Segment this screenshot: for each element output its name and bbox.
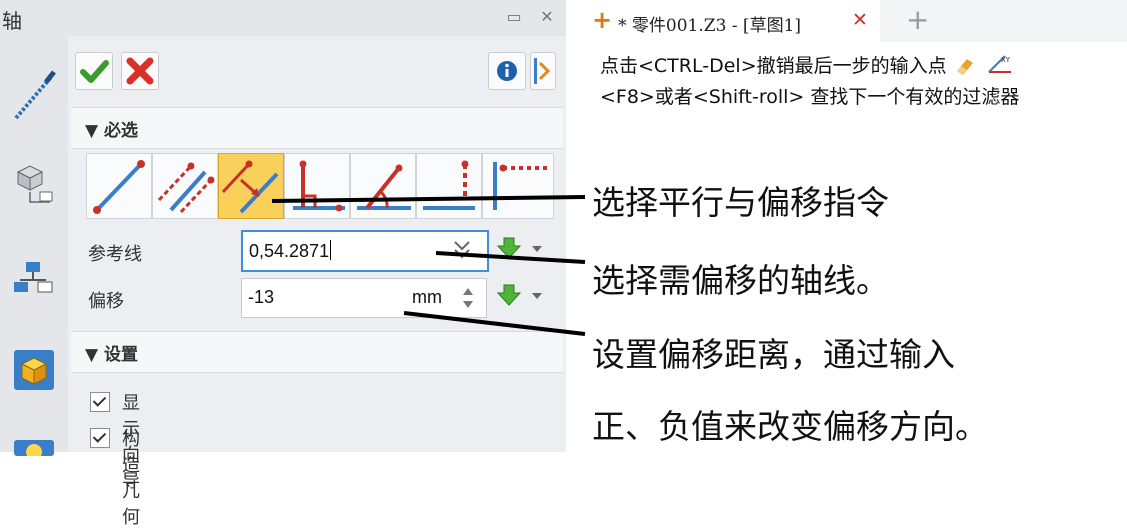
left-toolbar-strip [0,36,68,456]
hint-line-1-text: 点击<CTRL-Del>撤销最后一步的输入点 [600,55,947,77]
xy-axis-icon: XY [988,55,1011,73]
perpendicular-axis-button[interactable] [284,153,350,219]
point-axis-icon [423,160,475,210]
tab-plus-icon: + [592,6,613,34]
panel-title: 轴 [2,9,22,33]
expand-panel-button[interactable] [530,52,556,90]
annotation-set-offset: 设置偏移距离，通过输入 [592,335,955,374]
offset-value: -13 [248,287,275,307]
angle-axis-icon [357,164,411,210]
extra-panel-icon[interactable] [12,436,56,456]
reference-line-value: 0,54.2871 [249,241,330,261]
point-direction-axis-icon [493,162,547,210]
clear-selection-icon[interactable] [452,238,472,260]
info-icon [497,61,517,81]
parallel-offset-axis-icon [221,160,279,214]
checkmark-icon [80,60,109,83]
axis-panel: 轴 ▭ ✕ ▼ 必选 参考线 0,54.2871 偏移 -13 mm ▼ 设置 … [0,0,566,528]
document-tab[interactable]: + * 零件001.Z3 - [草图1] ✕ [570,0,880,42]
ok-button[interactable] [75,52,113,90]
two-line-axis-button[interactable] [152,153,218,219]
construction-geometry-label: 构造几何 [122,429,140,528]
hint-line-1: 点击<CTRL-Del>撤销最后一步的输入点 XY [600,51,1013,78]
new-tab-icon[interactable]: + [906,3,929,36]
required-section-header[interactable]: ▼ 必选 [71,107,563,149]
perpendicular-axis-icon [293,160,345,212]
chevron-right-icon [534,58,551,84]
chevron-down-icon[interactable] [530,244,544,254]
two-point-axis-icon [93,160,145,214]
cancel-button[interactable] [121,52,159,90]
reference-line-label: 参考线 [88,244,142,265]
cancel-x-icon [126,57,154,85]
pick-filter-icon[interactable] [494,236,524,262]
settings-section-label: ▼ 设置 [85,345,138,365]
document-tab-bar: + * 零件001.Z3 - [草图1] ✕ + [570,0,1127,42]
two-point-axis-button[interactable] [86,153,152,219]
point-axis-button[interactable] [416,153,482,219]
svg-text:XY: XY [1001,56,1011,64]
chevron-down-icon[interactable] [530,291,544,301]
settings-section-header[interactable]: ▼ 设置 [71,331,563,373]
checkbox-checked-icon[interactable] [90,428,110,448]
annotation-direction: 正、负值来改变偏移方向。 [592,407,988,446]
two-line-axis-icon [157,162,215,214]
pen-icon[interactable] [10,68,58,124]
minimize-icon[interactable]: ▭ [503,7,525,27]
view-cube-icon[interactable] [12,348,56,392]
required-section-label: ▼ 必选 [85,121,138,141]
part-tree-icon[interactable] [10,162,58,210]
point-direction-axis-button[interactable] [482,153,554,219]
offset-input[interactable]: -13 mm [241,278,487,318]
info-button[interactable] [488,52,526,90]
tab-close-icon[interactable]: ✕ [852,9,868,31]
checkbox-checked-icon[interactable] [90,392,110,412]
spinner-icon[interactable] [460,285,476,311]
annotation-select-axis: 选择需偏移的轴线。 [592,261,889,300]
panel-title-bar: 轴 ▭ ✕ [0,0,566,36]
pick-filter-icon[interactable] [494,283,524,309]
offset-label: 偏移 [88,291,124,312]
tab-title: * 零件001.Z3 - [草图1] [618,16,802,36]
annotation-select-command: 选择平行与偏移指令 [592,183,889,222]
assembly-tree-icon[interactable] [12,258,56,302]
eraser-icon [956,59,973,75]
offset-unit: mm [412,287,442,307]
hint-line-2: <F8>或者<Shift-roll> 查找下一个有效的过滤器 [600,86,1020,108]
angle-axis-button[interactable] [350,153,416,219]
parallel-offset-axis-button[interactable] [218,153,284,219]
close-icon[interactable]: ✕ [536,7,558,27]
